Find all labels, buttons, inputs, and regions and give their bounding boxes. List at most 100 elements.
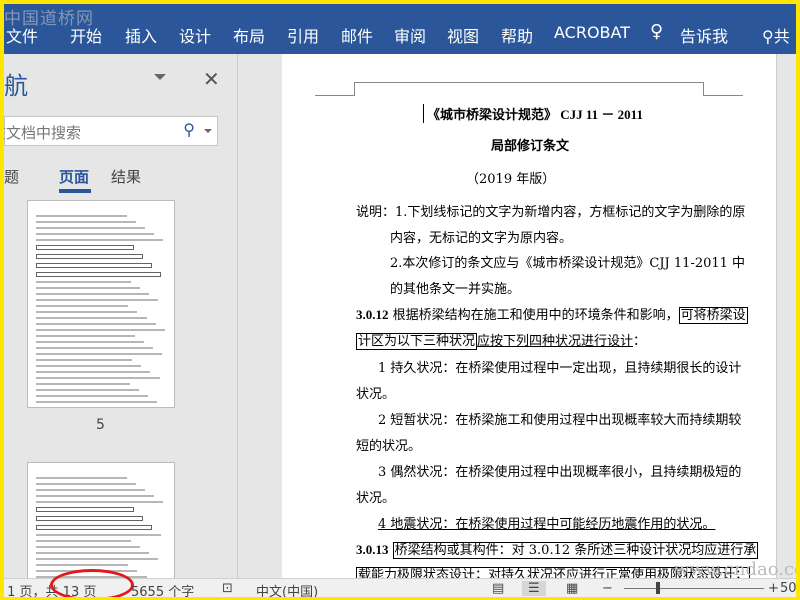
tab-home[interactable]: 开始 <box>70 23 102 47</box>
zoom-slider-handle[interactable] <box>656 582 660 594</box>
thumbnail-line <box>36 299 159 301</box>
tab-mailings[interactable]: 邮件 <box>341 23 373 47</box>
lightbulb-icon[interactable]: ♀ <box>650 21 663 42</box>
tell-me-button[interactable]: 告诉我 <box>680 23 728 47</box>
thumbnail-line <box>36 507 134 512</box>
chevron-down-icon[interactable] <box>154 74 166 80</box>
nav-tab-headings[interactable]: 标题 <box>4 166 19 187</box>
thumbnail-line <box>36 281 131 283</box>
item-4: 4 地震状况：在桥梁使用过程中可能经历地震作用的状况。 <box>378 517 716 532</box>
thumbnail-line <box>36 245 134 250</box>
status-bar: 第 1 页，共 13 页 5655 个字 ⊡ 中文(中国) www.cndao.… <box>4 559 796 597</box>
thumbnail-line <box>36 272 161 277</box>
tab-help[interactable]: 帮助 <box>501 23 533 47</box>
thumbnail-line <box>36 564 129 566</box>
item-1-cont: 状况。 <box>356 387 396 402</box>
read-mode-icon[interactable]: ▤ <box>492 581 504 596</box>
document-page[interactable]: 《城市桥梁设计规范》 CJJ 11 － 2011 局部修订条文 （2019 年版… <box>282 54 776 578</box>
thumbnail-line <box>36 335 135 337</box>
tab-insert[interactable]: 插入 <box>125 23 157 47</box>
thumbnail-line <box>36 353 163 355</box>
thumbnail-line <box>36 215 127 217</box>
share-button[interactable]: ⚲共 <box>762 23 790 47</box>
item-1: 1 持久状况：在桥梁使用过程中一定出现，且持续期很长的设计 <box>378 361 742 376</box>
zoom-slider[interactable] <box>624 588 764 589</box>
item-3-cont: 状况。 <box>356 491 396 506</box>
thumbnail-line <box>36 377 160 379</box>
thumbnail-line <box>36 516 143 521</box>
header-line <box>355 82 703 83</box>
thumbnail-line <box>36 347 153 349</box>
tab-view[interactable]: 视图 <box>447 23 479 47</box>
thumbnail-line <box>36 341 144 343</box>
tab-review[interactable]: 审阅 <box>394 23 426 47</box>
thumbnail-line <box>36 227 146 229</box>
doc-edition: （2019 年版） <box>466 172 556 187</box>
zoom-level[interactable]: 50 <box>780 581 796 596</box>
vertical-scrollbar[interactable] <box>776 54 796 578</box>
doc-subtitle: 局部修订条文 <box>491 138 570 153</box>
item-2: 2 短暂状况：在桥梁施工和使用过程中出现概率较大而持续期较 <box>378 413 742 428</box>
thumbnail-line <box>36 383 130 385</box>
thumbnail-line <box>36 233 155 235</box>
tab-acrobat[interactable]: ACROBAT <box>554 23 630 42</box>
thumbnail-line <box>36 489 146 491</box>
page-thumbnail-5[interactable] <box>27 200 175 408</box>
word-count[interactable]: 5655 个字 <box>131 581 194 597</box>
note-1: 说明：1.下划线标记的文字为新增内容，方框标记的文字为删除的原 <box>356 205 746 220</box>
thumbnail-line <box>36 501 164 503</box>
thumbnail-line <box>36 287 140 289</box>
tab-file[interactable]: 文件 <box>6 23 38 47</box>
doc-title: 《城市桥梁设计规范》 CJJ 11 － 2011 <box>427 107 643 122</box>
thumbnail-line <box>36 305 129 307</box>
nav-title: 导航 <box>4 72 28 100</box>
note-1-cont: 内容，无标记的文字为原内容。 <box>390 231 573 246</box>
web-layout-icon[interactable]: ▦ <box>566 581 578 596</box>
thumbnail-line <box>36 546 140 548</box>
clause-3-0-13: 3.0.13 桥梁结构或其构件：对 3.0.12 条所述三种设计状况均应进行承 <box>356 542 759 559</box>
note-2: 2.本次修订的条文应与《城市桥梁设计规范》CJJ 11-2011 中 <box>390 256 746 271</box>
corner-mark <box>315 82 355 96</box>
thumbnail-line <box>36 221 137 223</box>
zoom-in-button[interactable]: + <box>768 581 779 596</box>
thumbnail-line <box>36 525 152 530</box>
thumbnail-line <box>36 365 142 367</box>
proofing-icon[interactable]: ⊡ <box>222 581 233 596</box>
tab-layout[interactable]: 布局 <box>233 23 265 47</box>
thumbnail-line <box>36 495 155 497</box>
search-icon[interactable]: ⚲ <box>183 120 195 139</box>
document-area: 《城市桥梁设计规范》 CJJ 11 － 2011 局部修订条文 （2019 年版… <box>237 54 796 578</box>
print-layout-icon[interactable]: ☰ <box>522 581 546 596</box>
tab-references[interactable]: 引用 <box>287 23 319 47</box>
active-tab-indicator <box>59 189 91 193</box>
nav-tab-results[interactable]: 结果 <box>111 166 141 187</box>
thumbnail-line <box>36 483 137 485</box>
thumbnail-line <box>36 534 161 536</box>
red-annotation-circle <box>50 569 134 597</box>
thumbnail-line <box>36 395 148 397</box>
thumbnail-line <box>36 401 157 403</box>
clause-3-0-12-cont: 计区为以下三种状况 应按下列四种状况进行设计： <box>356 333 647 350</box>
item-3: 3 偶然状况：在桥梁使用过程中出现概率很小，且持续期极短的 <box>378 465 742 480</box>
language[interactable]: 中文(中国) <box>256 581 318 597</box>
item-2-cont: 短的状况。 <box>356 439 422 454</box>
thumbnail-line <box>36 540 131 542</box>
clause-3-0-12: 3.0.12 根据桥梁结构在施工和使用中的环境条件和影响， 可将桥梁设 <box>356 307 748 324</box>
word-window: 中国道桥网 文件 开始 插入 设计 布局 引用 邮件 审阅 视图 帮助 ACRO… <box>4 4 796 597</box>
user-add-icon: ⚲ <box>762 27 774 46</box>
nav-tab-pages[interactable]: 页面 <box>59 166 89 187</box>
corner-mark <box>703 82 743 96</box>
thumbnail-line <box>36 293 150 295</box>
thumbnail-line <box>36 254 143 259</box>
navigation-pane: 导航 ✕ 在文档中搜索 ⚲ 标题 页面 结果 5 <box>4 54 237 582</box>
close-icon[interactable]: ✕ <box>203 67 220 91</box>
page-thumbnail-6[interactable] <box>27 462 175 582</box>
ribbon: 中国道桥网 文件 开始 插入 设计 布局 引用 邮件 审阅 视图 帮助 ACRO… <box>4 4 796 54</box>
tab-design[interactable]: 设计 <box>179 23 211 47</box>
thumbnail-line <box>36 552 150 554</box>
search-options-icon[interactable] <box>204 129 212 133</box>
page-thumbnail-number: 5 <box>96 417 105 433</box>
thumbnail-line <box>36 239 164 241</box>
zoom-out-button[interactable]: − <box>602 581 613 596</box>
search-input[interactable]: 在文档中搜索 ⚲ <box>4 116 218 146</box>
